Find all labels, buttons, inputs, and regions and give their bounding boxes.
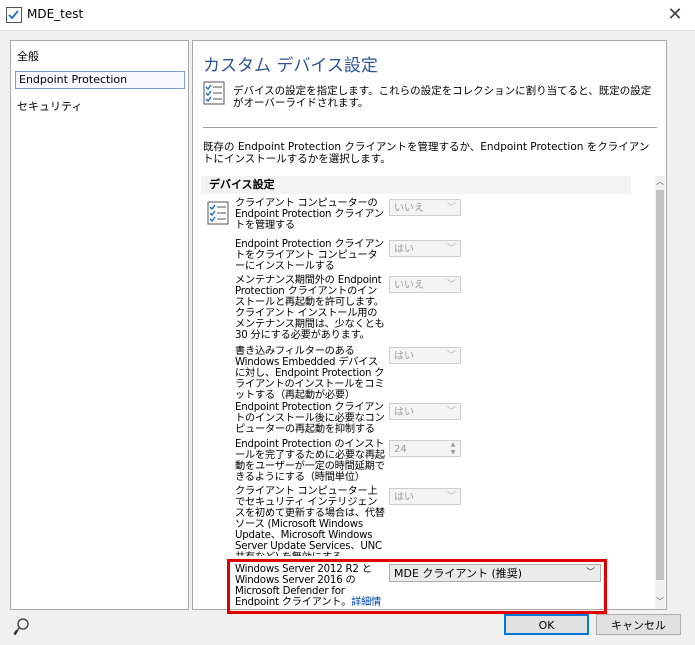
page-description: デバイスの設定を指定します。これらの設定をコレクションに割り当てると、既定の設定… <box>233 85 652 109</box>
chevron-down-icon: ﹀ <box>446 280 456 290</box>
page-title: カスタム デバイス設定 <box>203 56 378 76</box>
window-title: MDE_test <box>27 7 84 21</box>
suppress-restart-select[interactable]: はい ﹀ <box>389 403 461 420</box>
setting-label-suppress-restart: Endpoint Protection クライアントのインストール後に必要なコン… <box>235 402 385 435</box>
install-client-select[interactable]: はい ﹀ <box>389 240 461 257</box>
settings-list-icon <box>207 201 231 225</box>
select-value: いいえ <box>394 280 424 291</box>
close-icon[interactable]: ✕ <box>660 2 690 28</box>
settings-list: デバイス設定 クライアント コンピューターの Endpoint Protecti… <box>201 176 641 606</box>
settings-list-icon <box>203 81 227 105</box>
postpone-restart-spinner[interactable]: 24 ▲ ▼ <box>389 440 461 457</box>
scroll-up-icon[interactable]: ︿ <box>655 176 665 187</box>
write-filter-select[interactable]: はい ﹀ <box>389 347 461 364</box>
chevron-down-icon: ﹀ <box>446 407 456 417</box>
chevron-down-icon: ﹀ <box>446 203 456 213</box>
sidebar-nav: 全般 Endpoint Protection セキュリティ <box>10 40 189 610</box>
select-value: はい <box>394 244 414 255</box>
sidebar-item-endpoint-protection[interactable]: Endpoint Protection <box>15 71 185 89</box>
setting-label-manage-client: クライアント コンピューターの Endpoint Protection クライア… <box>235 198 384 231</box>
maintenance-window-select[interactable]: いいえ ﹀ <box>389 276 461 293</box>
select-value: はい <box>394 407 414 418</box>
spin-arrows-icon[interactable]: ▲ ▼ <box>448 441 458 457</box>
settings-scrollbar[interactable]: ︿ ﹀ <box>655 176 665 609</box>
setting-label-postpone-restart: Endpoint Protection のインストールを完了するために必要な再起… <box>235 439 385 483</box>
scroll-thumb[interactable] <box>656 190 664 580</box>
sidebar-item-general[interactable]: 全般 <box>17 48 39 64</box>
sidebar-item-security[interactable]: セキュリティ <box>17 98 82 114</box>
spinner-value: 24 <box>394 444 407 455</box>
scroll-down-icon[interactable]: ﹀ <box>655 596 665 607</box>
cancel-button[interactable]: キャンセル <box>596 614 681 635</box>
section-title: デバイス設定 <box>201 176 631 194</box>
setting-label-alt-sources: クライアント コンピューター上でセキュリティ インテリジェンスを初めて更新する場… <box>235 486 385 563</box>
title-bar: MDE_test ✕ <box>0 0 695 31</box>
setting-label-install-client: Endpoint Protection クライアントをクライアント コンピュータ… <box>235 239 384 272</box>
divider <box>203 127 657 128</box>
select-value: いいえ <box>394 203 424 214</box>
chevron-down-icon: ﹀ <box>446 351 456 361</box>
chevron-down-icon: ﹀ <box>446 492 456 502</box>
select-value: はい <box>394 492 414 503</box>
setting-label-write-filter: 書き込みフィルターのある Windows Embedded デバイスに対し、En… <box>235 346 385 401</box>
select-value: はい <box>394 351 414 362</box>
setting-label-maintenance-window: メンテナンス期間外の Endpoint Protection クライアントのイン… <box>235 275 385 341</box>
alt-sources-select[interactable]: はい ﹀ <box>389 488 461 505</box>
main-panel: カスタム デバイス設定 デバイスの設定を指定します。これらの設定をコレクションに… <box>192 40 667 610</box>
status-user-icon <box>12 617 32 637</box>
manage-client-select[interactable]: いいえ ﹀ <box>389 199 461 216</box>
highlight-annotation-box <box>227 559 607 614</box>
chevron-down-icon: ﹀ <box>446 244 456 254</box>
intro-text: 既存の Endpoint Protection クライアントを管理するか、End… <box>203 141 650 165</box>
window-app-icon <box>6 7 22 23</box>
ok-button[interactable]: OK <box>504 614 589 635</box>
